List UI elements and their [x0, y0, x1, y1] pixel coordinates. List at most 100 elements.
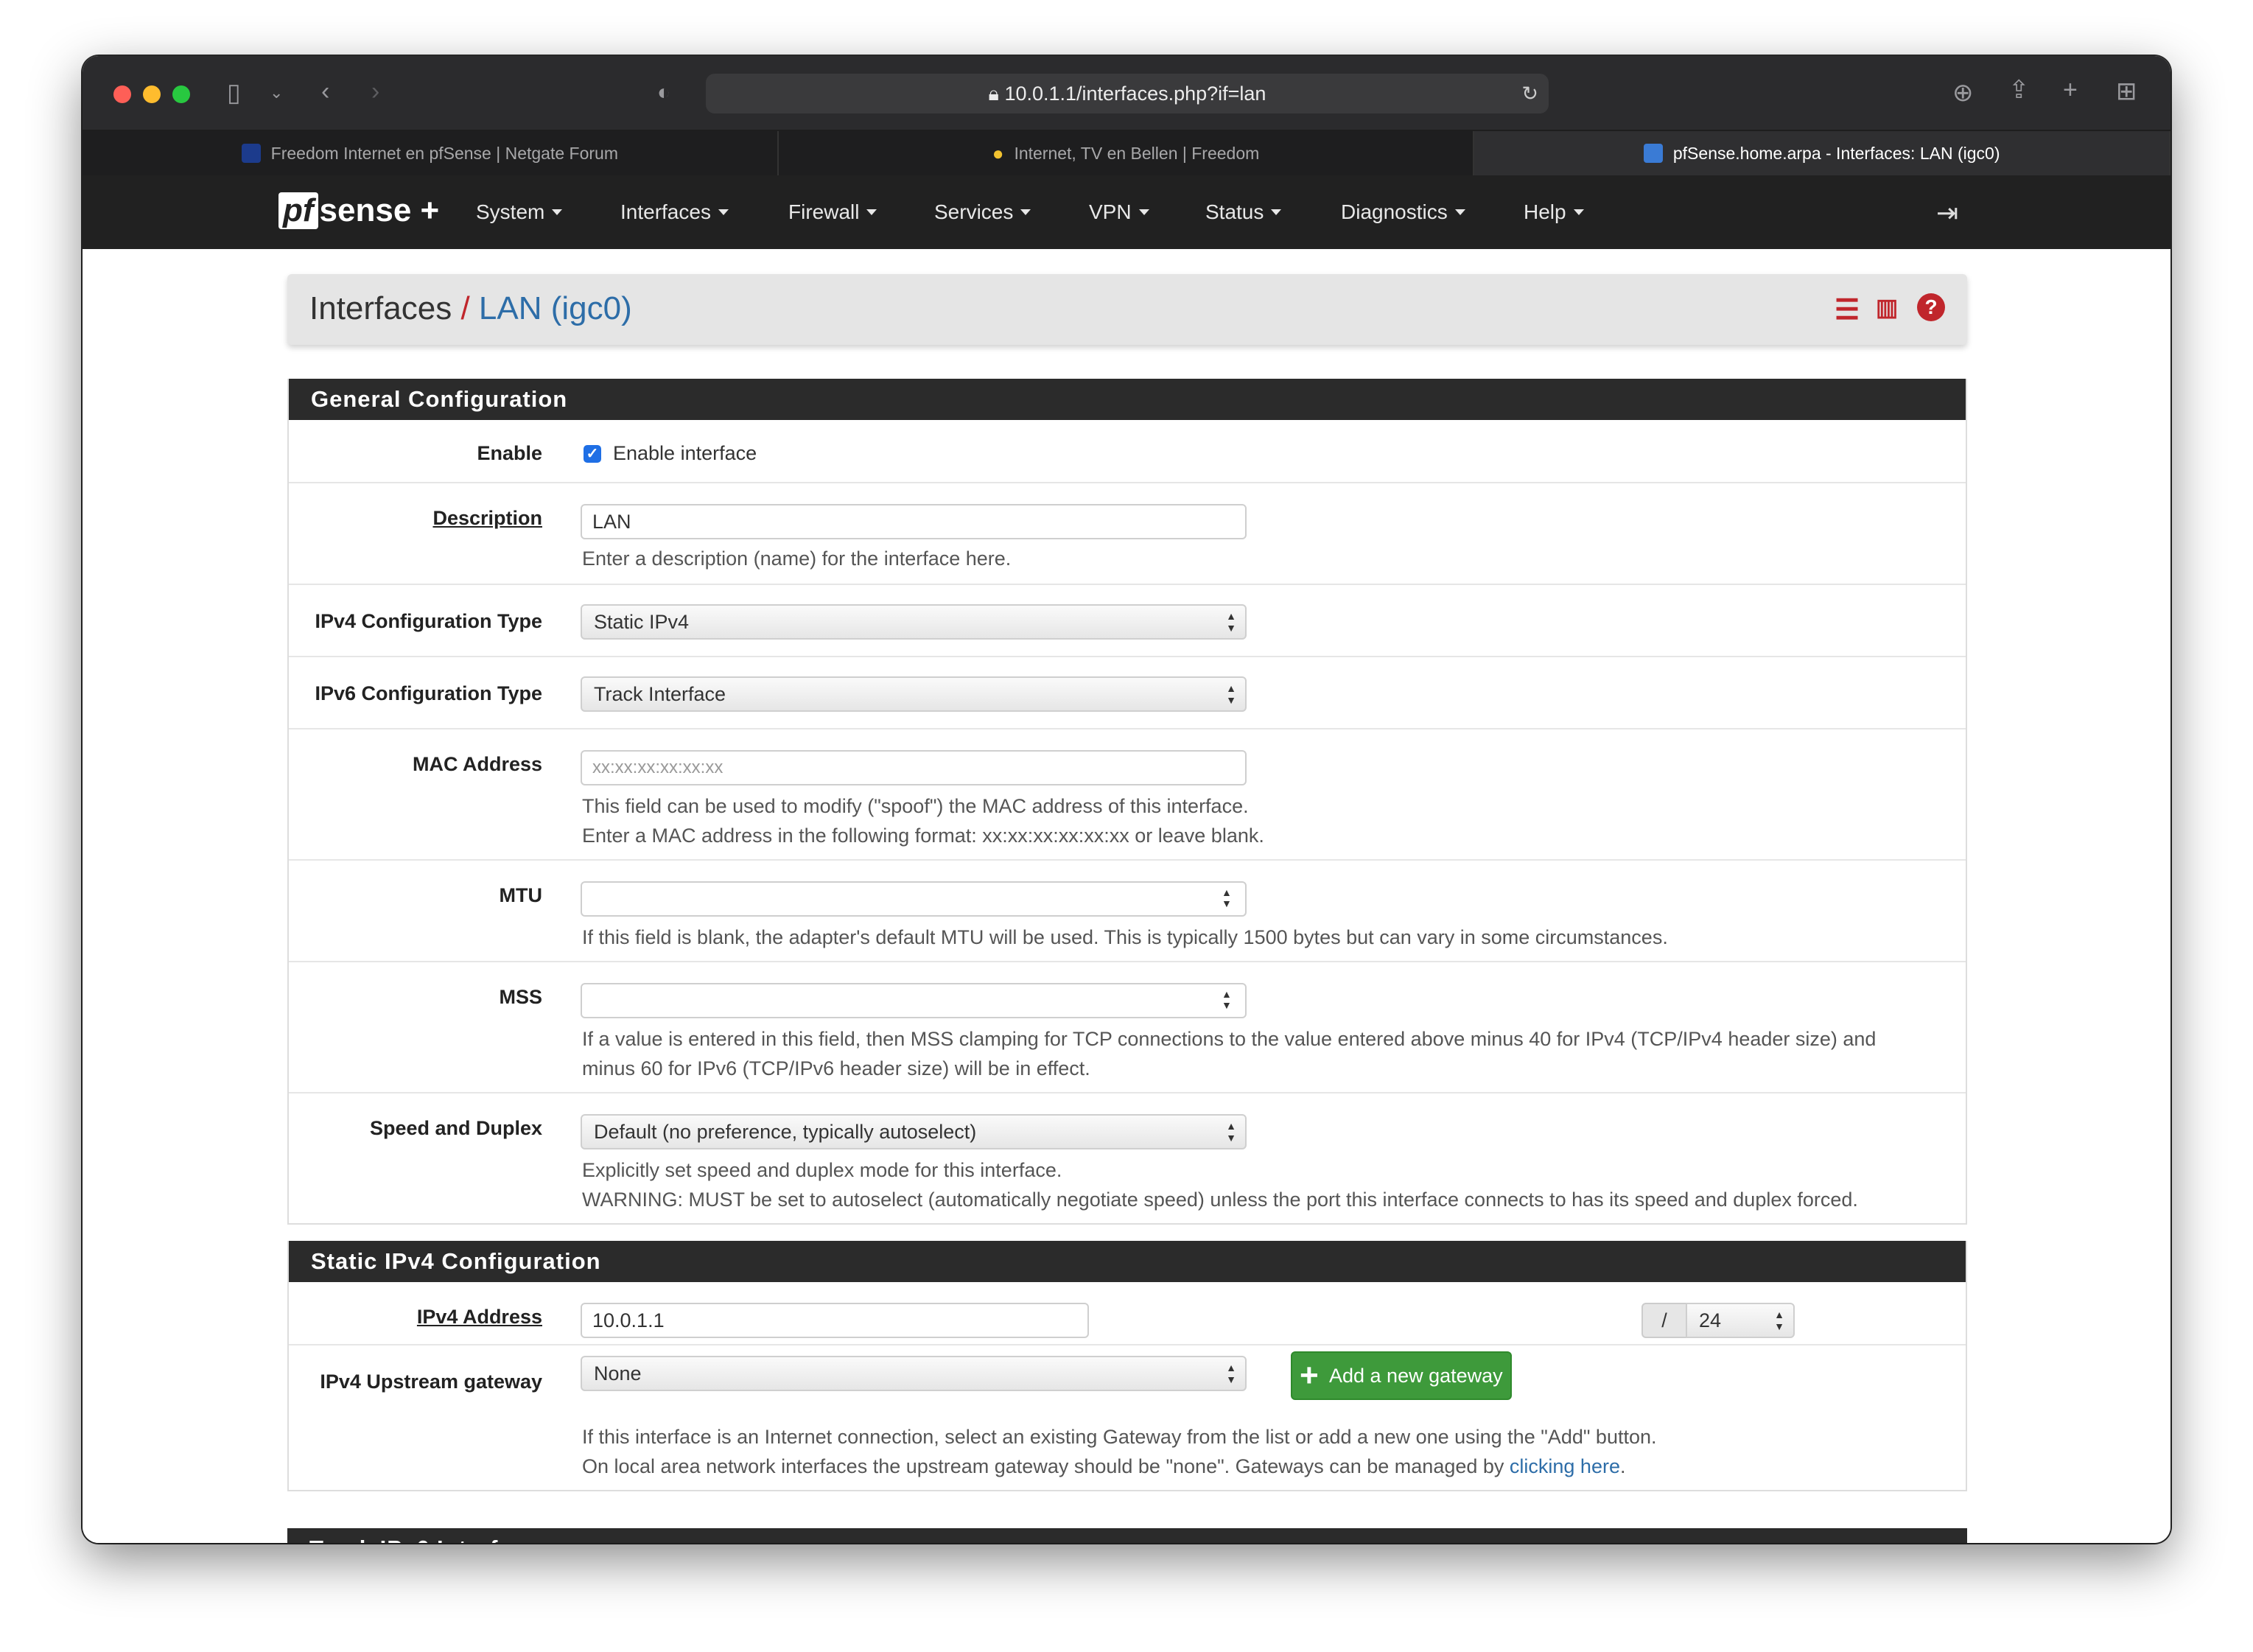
field-label: MTU — [499, 884, 542, 906]
caret-down-icon — [1454, 209, 1465, 215]
plus-icon: + — [1300, 1357, 1319, 1393]
help-text: WARNING: MUST be set to autoselect (auto… — [582, 1189, 1858, 1211]
enable-checkbox[interactable]: ✓ — [584, 445, 601, 463]
download-icon[interactable]: ⊕ — [1952, 78, 1974, 108]
menu-interfaces[interactable]: Interfaces — [620, 175, 729, 249]
sidebar-icon[interactable]: ▯ — [227, 78, 241, 108]
lightbulb-icon: ● — [992, 141, 1004, 164]
caret-down-icon — [718, 209, 729, 215]
page-content: Interfaces / LAN (igc0) ☰ ▥ ? General Co… — [83, 249, 2170, 1543]
help-text: Enter a description (name) for the inter… — [582, 547, 1012, 570]
mss-input[interactable] — [581, 983, 1247, 1018]
sliders-icon[interactable]: ☰ — [1835, 293, 1860, 326]
speed-duplex-row: Speed and Duplex Default (no preference,… — [289, 1093, 1966, 1223]
ipv6-type-select[interactable]: Track Interface ▲ ▼ — [581, 676, 1247, 712]
breadcrumb-section[interactable]: Interfaces — [309, 290, 452, 326]
mtu-input[interactable] — [581, 881, 1247, 917]
pfsense-favicon-icon — [1643, 144, 1663, 163]
menu-vpn[interactable]: VPN — [1089, 175, 1149, 249]
checkbox-label[interactable]: Enable interface — [613, 442, 757, 465]
select-arrows-icon: ▲ ▼ — [1226, 610, 1236, 634]
caret-down-icon — [866, 209, 877, 215]
back-icon[interactable]: ‹ — [321, 77, 329, 106]
field-label: IPv4 Address — [416, 1306, 542, 1328]
share-icon[interactable]: ⇪ — [2008, 75, 2030, 105]
help-text: If this field is blank, the adapter's de… — [582, 926, 1668, 948]
caret-down-icon — [1573, 209, 1584, 215]
bar-chart-icon[interactable]: ▥ — [1876, 293, 1898, 321]
url-text: 10.0.1.1/interfaces.php?if=lan — [1004, 83, 1266, 105]
ipv6-type-row: IPv6 Configuration Type Track Interface … — [289, 657, 1966, 729]
select-arrows-icon: ▲ ▼ — [1226, 1362, 1236, 1385]
gateways-link[interactable]: clicking here — [1510, 1455, 1620, 1477]
lock-icon: 🔒︎ — [988, 83, 999, 105]
shield-icon[interactable]: ◐ — [657, 78, 670, 108]
menu-help[interactable]: Help — [1524, 175, 1584, 249]
gateway-select[interactable]: None ▲ ▼ — [581, 1356, 1247, 1391]
minimize-window-button[interactable] — [143, 85, 161, 103]
netgate-favicon-icon — [241, 144, 261, 163]
mss-row: MSS ▲ ▼ If a value is entered in this fie… — [289, 962, 1966, 1093]
browser-toolbar: ▯ ⌄ ‹ › ◐ 🔒︎ 10.0.1.1/interfaces.php?if=… — [83, 56, 2170, 131]
help-text: Enter a MAC address in the following for… — [582, 825, 1264, 847]
logout-icon[interactable]: ⇥ — [1936, 197, 1958, 228]
caret-down-icon — [1138, 209, 1149, 215]
description-input[interactable]: LAN — [581, 504, 1247, 539]
spinner-icon[interactable]: ▲ ▼ — [1222, 887, 1957, 909]
tab-title: Freedom Internet en pfSense | Netgate Fo… — [270, 143, 618, 163]
ipv4-address-input[interactable]: 10.0.1.1 — [581, 1303, 1089, 1338]
menu-firewall[interactable]: Firewall — [788, 175, 877, 249]
general-configuration-panel: General Configuration Enable ✓ Enable in… — [287, 379, 1967, 1225]
menu-system[interactable]: System — [476, 175, 563, 249]
browser-tab-2[interactable]: ● Internet, TV en Bellen | Freedom — [779, 131, 1475, 175]
help-text: minus 60 for IPv6 (TCP/IPv6 header size)… — [582, 1057, 1090, 1079]
caret-down-icon — [1271, 209, 1282, 215]
field-label: Enable — [477, 442, 542, 464]
menu-diagnostics[interactable]: Diagnostics — [1341, 175, 1465, 249]
zoom-window-button[interactable] — [172, 85, 190, 103]
help-icon[interactable]: ? — [1917, 293, 1945, 321]
address-bar[interactable]: 🔒︎ 10.0.1.1/interfaces.php?if=lan ↻ — [706, 74, 1549, 113]
help-text: If this interface is an Internet connect… — [582, 1426, 1657, 1448]
ipv4-type-select[interactable]: Static IPv4 ▲ ▼ — [581, 604, 1247, 640]
mtu-row: MTU ▲ ▼ If this field is blank, the adapt… — [289, 861, 1966, 962]
select-arrows-icon: ▲ ▼ — [1774, 1309, 1784, 1332]
speed-duplex-select[interactable]: Default (no preference, typically autose… — [581, 1114, 1247, 1149]
tab-overview-icon[interactable]: ⊞ — [2116, 77, 2137, 106]
spinner-icon[interactable]: ▲ ▼ — [1222, 989, 1957, 1011]
close-window-button[interactable] — [113, 85, 131, 103]
pfsense-navbar: pf sense + System Interfaces Firewall Ser… — [83, 175, 2170, 249]
reload-icon[interactable]: ↻ — [1521, 74, 1538, 113]
tab-title: pfSense.home.arpa - Interfaces: LAN (igc… — [1672, 143, 2000, 163]
breadcrumb: Interfaces / LAN (igc0) ☰ ▥ ? — [287, 274, 1967, 345]
ipv4-type-row: IPv4 Configuration Type Static IPv4 ▲ ▼ — [289, 585, 1966, 657]
field-label: Description — [432, 507, 542, 529]
help-text: On local area network interfaces the ups… — [582, 1455, 1626, 1477]
menu-status[interactable]: Status — [1205, 175, 1282, 249]
ipv4-address-row: IPv4 Address 10.0.1.1 / 24 ▲ ▼ — [289, 1282, 1966, 1345]
help-text: If a value is entered in this field, the… — [582, 1028, 1877, 1050]
tab-bar: Freedom Internet en pfSense | Netgate Fo… — [83, 131, 2170, 175]
chevron-down-icon[interactable]: ⌄ — [270, 78, 283, 108]
pfsense-logo[interactable]: pf sense + — [278, 190, 439, 231]
cidr-select[interactable]: 24 ▲ ▼ — [1686, 1303, 1795, 1338]
menu-services[interactable]: Services — [934, 175, 1031, 249]
field-label: IPv6 Configuration Type — [315, 682, 542, 704]
panel-header: General Configuration — [289, 379, 1966, 420]
field-label: IPv4 Configuration Type — [315, 610, 542, 632]
browser-tab-1[interactable]: Freedom Internet en pfSense | Netgate Fo… — [83, 131, 779, 175]
breadcrumb-current[interactable]: LAN (igc0) — [479, 290, 632, 326]
breadcrumb-separator: / — [460, 290, 470, 326]
panel-header: Static IPv4 Configuration — [289, 1241, 1966, 1282]
new-tab-icon[interactable]: + — [2063, 75, 2078, 105]
browser-window: ▯ ⌄ ‹ › ◐ 🔒︎ 10.0.1.1/interfaces.php?if=… — [83, 56, 2170, 1543]
track-ipv6-panel: Track IPv6 Interface — [287, 1528, 1967, 1543]
mac-address-input[interactable]: xx:xx:xx:xx:xx:xx — [581, 750, 1247, 785]
forward-icon[interactable]: › — [371, 77, 379, 106]
cidr-separator: / — [1641, 1303, 1687, 1338]
browser-tab-3[interactable]: pfSense.home.arpa - Interfaces: LAN (igc… — [1474, 131, 2170, 175]
add-gateway-button[interactable]: + Add a new gateway — [1291, 1351, 1512, 1400]
tab-title: Internet, TV en Bellen | Freedom — [1014, 143, 1260, 163]
field-label: MSS — [499, 986, 542, 1008]
enable-row: Enable ✓ Enable interface — [289, 420, 1966, 483]
